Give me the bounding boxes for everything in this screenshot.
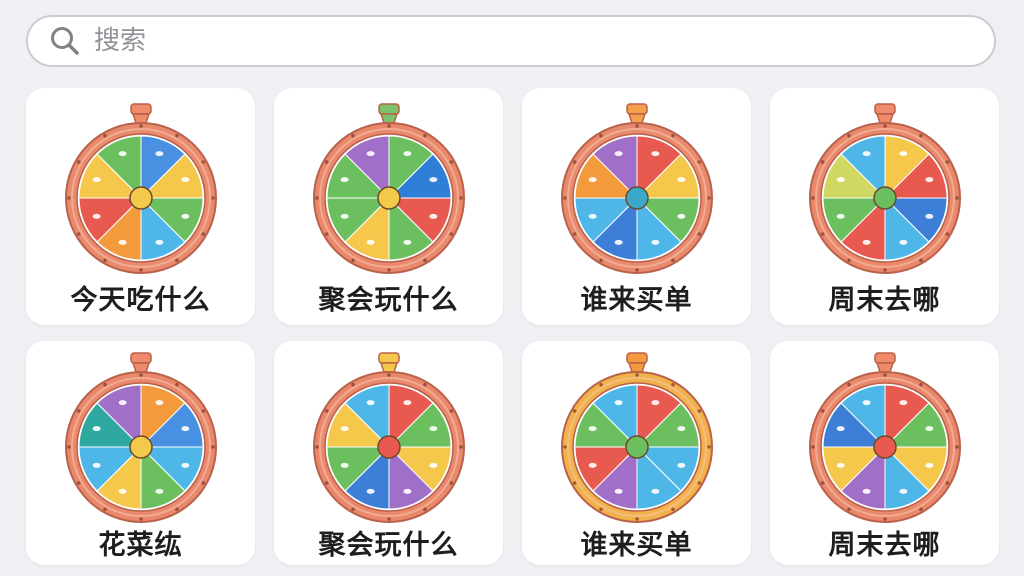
wheel-card[interactable]: 聚会玩什么 [274,341,503,565]
wheel-card[interactable]: 周末去哪 [770,88,999,325]
wheel-title: 谁来买单 [580,530,693,561]
wheel-card[interactable]: 花菜纮 [26,341,255,565]
wheel-title: 聚会玩什么 [318,285,459,316]
spin-wheel-icon [65,103,217,274]
search-input[interactable] [92,20,916,62]
spin-wheel-icon [561,352,713,523]
spin-wheel-icon [809,103,961,274]
wheel-title: 谁来买单 [580,285,693,316]
wheel-title: 周末去哪 [828,530,941,561]
wheel-card[interactable]: 谁来买单 [522,88,751,325]
wheel-card[interactable]: 谁来买单 [522,341,751,565]
wheel-grid: 今天吃什么 聚会玩什么 谁来买单 周末去哪 花菜纮 聚会玩什么 谁来买单 周末去… [26,88,1000,565]
wheel-title: 周末去哪 [828,285,941,316]
spin-wheel-icon [313,103,465,274]
spin-wheel-icon [561,103,713,274]
spin-wheel-icon [313,352,465,523]
wheel-title: 聚会玩什么 [318,530,459,561]
wheel-title: 花菜纮 [98,530,183,561]
spin-wheel-icon [809,352,961,523]
wheel-card[interactable]: 周末去哪 [770,341,999,565]
wheel-card[interactable]: 今天吃什么 [26,88,255,325]
search-bar[interactable] [26,15,996,67]
spin-wheel-icon [65,352,217,523]
wheel-card[interactable]: 聚会玩什么 [274,88,503,325]
search-icon [51,27,79,55]
wheel-title: 今天吃什么 [70,285,211,316]
